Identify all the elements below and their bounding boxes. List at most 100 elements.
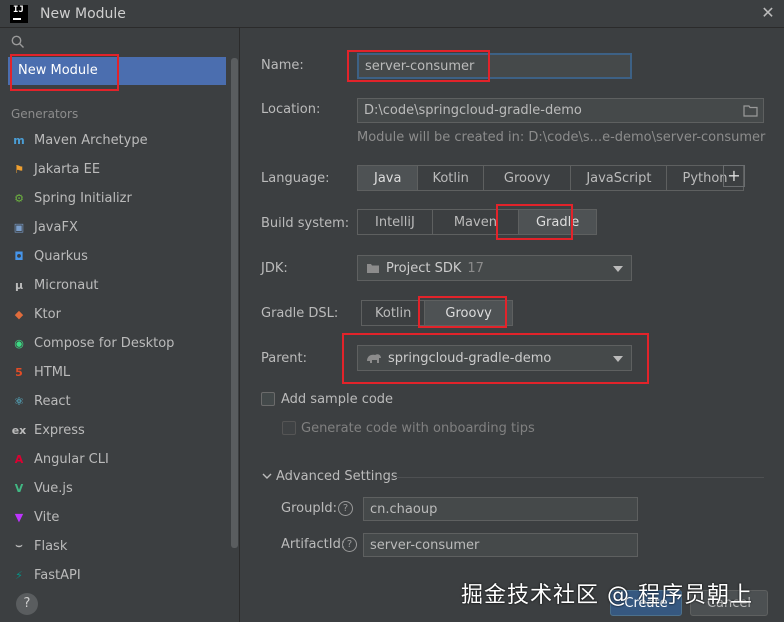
sidebar-item-react[interactable]: ⚛ React [12, 390, 71, 412]
sidebar-item-javafx[interactable]: ▣ JavaFX [12, 216, 78, 238]
language-kotlin-button[interactable]: Kotlin [418, 166, 484, 190]
sidebar-item-label: Jakarta EE [34, 161, 101, 177]
sidebar-item-flask[interactable]: ⌣ Flask [12, 535, 67, 557]
express-icon: ex [11, 423, 27, 437]
fastapi-icon: ⚡ [15, 568, 23, 582]
sidebar-item-label: Quarkus [34, 248, 88, 264]
sidebar-item-label: Maven Archetype [34, 132, 148, 148]
highlight-box-parent [342, 333, 649, 384]
sidebar-item-label: Spring Initializr [34, 190, 132, 206]
onboarding-tips-label: Generate code with onboarding tips [301, 421, 535, 436]
vite-icon: ▼ [14, 510, 24, 524]
generators-heading: Generators [11, 107, 79, 121]
sidebar-item-label: Micronaut [34, 277, 99, 293]
groupid-input[interactable]: cn.chaoup [363, 497, 638, 521]
sidebar-item-spring[interactable]: ⚙ Spring Initializr [12, 187, 132, 209]
jakarta-icon: ⚑ [14, 162, 24, 176]
add-language-button[interactable]: + [723, 165, 745, 187]
jdk-value: Project SDK [386, 260, 462, 276]
sidebar-item-compose[interactable]: ◉ Compose for Desktop [12, 332, 174, 354]
groupid-label: GroupId: [281, 501, 338, 516]
angular-icon: A [14, 452, 24, 466]
highlight-box-gradle [496, 204, 573, 240]
sidebar-item-jakarta[interactable]: ⚑ Jakarta EE [12, 158, 100, 180]
sidebar-item-label: HTML [34, 364, 71, 380]
quarkus-icon: ◘ [14, 249, 24, 263]
ktor-icon: ◆ [14, 307, 24, 321]
sidebar-item-vite[interactable]: ▼ Vite [12, 506, 60, 528]
highlight-box-name [347, 50, 490, 82]
location-input[interactable]: D:\code\springcloud-gradle-demo [357, 98, 764, 123]
language-label: Language: [261, 171, 330, 186]
sidebar-item-label: Flask [34, 538, 68, 554]
dsl-kotlin-button[interactable]: Kotlin [362, 301, 426, 325]
sidebar: New Module Generators m Maven Archetype ⚑ J… [0, 28, 240, 622]
language-groovy-button[interactable]: Groovy [484, 166, 572, 190]
location-label: Location: [261, 102, 321, 117]
search-icon[interactable] [11, 35, 25, 49]
build-intellij-button[interactable]: IntelliJ [358, 210, 433, 234]
sidebar-item-label: React [34, 393, 71, 409]
chevron-down-icon [613, 266, 623, 272]
language-selector: Java Kotlin Groovy JavaScript Python [357, 165, 744, 191]
close-icon[interactable]: ✕ [758, 3, 778, 23]
groupid-help-icon[interactable]: ? [338, 501, 353, 516]
sidebar-item-html[interactable]: 5 HTML [12, 361, 70, 383]
sidebar-item-express[interactable]: ex Express [12, 419, 85, 441]
artifactid-input[interactable]: server-consumer [363, 533, 638, 557]
sidebar-item-ktor[interactable]: ◆ Ktor [12, 303, 61, 325]
highlight-box-new-module [10, 54, 119, 91]
sidebar-item-label: Angular CLI [34, 451, 109, 467]
sidebar-item-label: Vite [34, 509, 60, 525]
help-button[interactable]: ? [16, 593, 38, 615]
watermark: 掘金技术社区 @ 程序员朝上 [461, 583, 753, 608]
advanced-settings-toggle[interactable]: Advanced Settings [276, 469, 398, 484]
javafx-icon: ▣ [13, 220, 25, 234]
add-sample-code-checkbox[interactable] [261, 392, 275, 406]
name-label: Name: [261, 58, 304, 73]
location-value: D:\code\springcloud-gradle-demo [364, 103, 582, 118]
sidebar-item-vue[interactable]: V Vue.js [12, 477, 73, 499]
title-bar: IJ New Module ✕ [0, 0, 784, 28]
micronaut-icon: μ [14, 278, 24, 292]
artifactid-label: ArtifactId: [281, 537, 346, 552]
advanced-divider [391, 477, 764, 478]
sidebar-item-micronaut[interactable]: μ Micronaut [12, 274, 99, 296]
onboarding-tips-checkbox [282, 421, 296, 435]
vue-icon: V [14, 481, 24, 495]
jdk-dropdown[interactable]: Project SDK 17 [357, 255, 632, 281]
jdk-label: JDK: [261, 261, 288, 276]
jdk-version: 17 [467, 260, 484, 276]
highlight-box-groovy [418, 296, 507, 328]
gradle-dsl-label: Gradle DSL: [261, 306, 339, 321]
sidebar-item-label: Express [34, 422, 85, 438]
sidebar-item-quarkus[interactable]: ◘ Quarkus [12, 245, 88, 267]
sidebar-item-label: FastAPI [34, 567, 81, 583]
flask-icon: ⌣ [15, 539, 23, 552]
parent-label: Parent: [261, 351, 307, 366]
folder-icon[interactable] [743, 104, 758, 117]
sidebar-item-maven[interactable]: m Maven Archetype [12, 129, 148, 151]
intellij-logo-icon: IJ [10, 5, 28, 23]
sidebar-item-label: Vue.js [34, 480, 73, 496]
react-icon: ⚛ [14, 394, 24, 408]
build-system-label: Build system: [261, 216, 350, 231]
add-sample-code-label: Add sample code [281, 392, 394, 407]
sidebar-item-label: JavaFX [34, 219, 78, 235]
sidebar-item-label: Compose for Desktop [34, 335, 175, 351]
chevron-down-icon[interactable] [262, 472, 272, 480]
sidebar-scrollbar[interactable] [231, 58, 238, 548]
window-title: New Module [40, 6, 126, 22]
sidebar-item-angular[interactable]: A Angular CLI [12, 448, 109, 470]
compose-icon: ◉ [14, 336, 24, 350]
artifactid-help-icon[interactable]: ? [342, 537, 357, 552]
sidebar-item-label: Ktor [34, 306, 61, 322]
sdk-folder-icon [367, 264, 379, 273]
language-javascript-button[interactable]: JavaScript [571, 166, 668, 190]
html-icon: 5 [15, 365, 23, 379]
sidebar-item-fastapi[interactable]: ⚡ FastAPI [12, 564, 81, 586]
spring-icon: ⚙ [14, 191, 24, 205]
maven-icon: m [13, 133, 25, 147]
location-hint: Module will be created in: D:\code\s...e… [357, 130, 766, 145]
language-java-button[interactable]: Java [358, 166, 419, 190]
